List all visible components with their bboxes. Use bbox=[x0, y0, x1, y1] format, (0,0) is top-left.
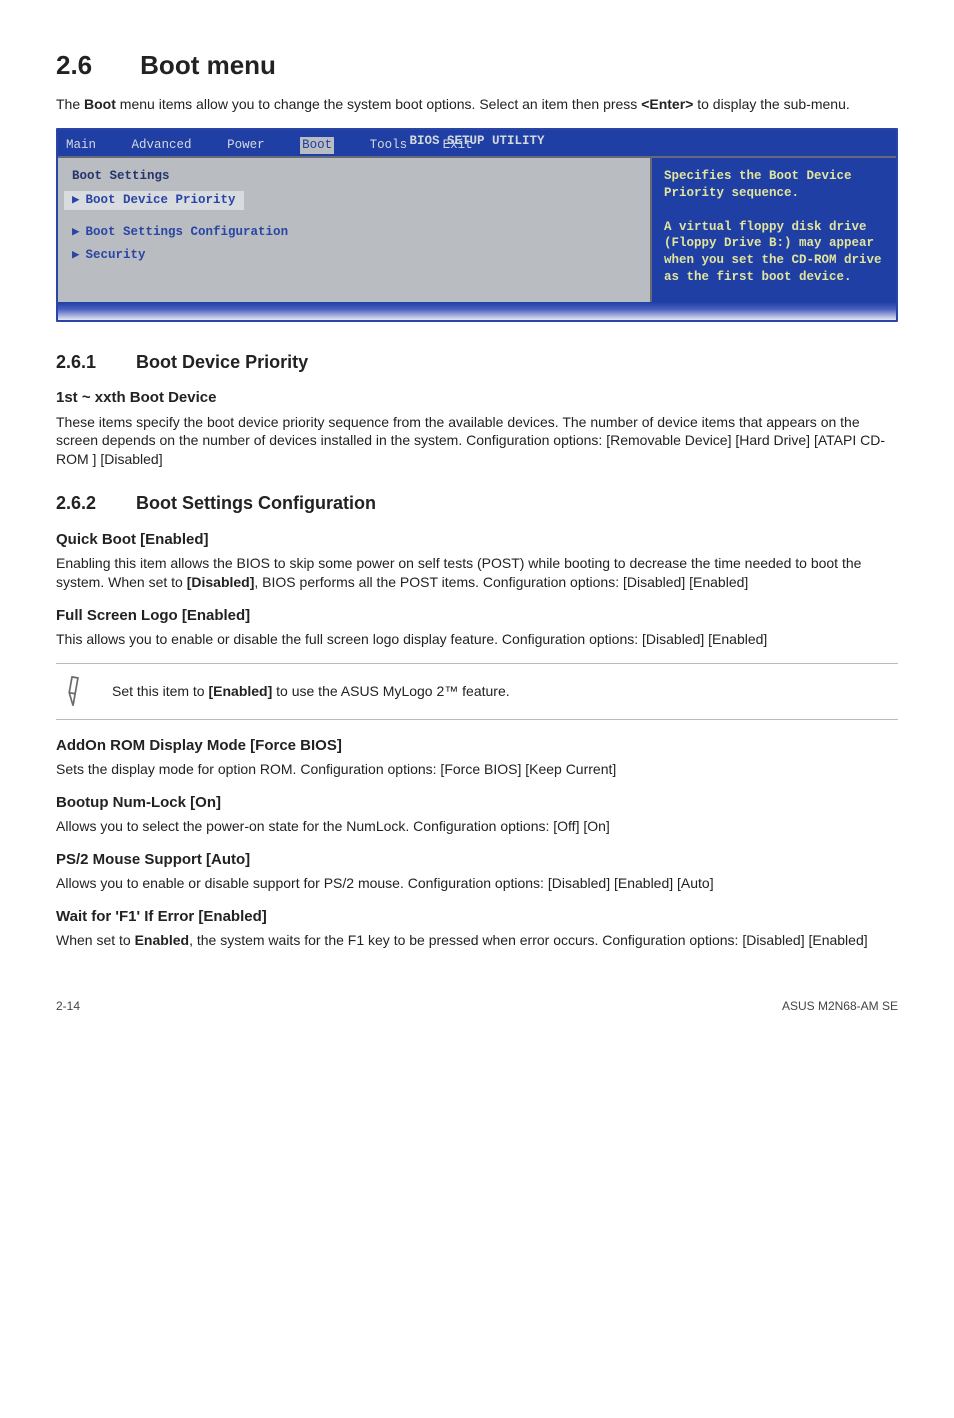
section-heading: 2.6 Boot menu bbox=[56, 48, 898, 83]
wait-f1-text: When set to Enabled, the system waits fo… bbox=[56, 931, 898, 950]
bios-help-text: Specifies the Boot Device Priority seque… bbox=[664, 168, 884, 286]
bios-help-panel: Specifies the Boot Device Priority seque… bbox=[652, 158, 896, 302]
numlock-heading: Bootup Num-Lock [On] bbox=[56, 793, 898, 813]
addon-rom-text: Sets the display mode for option ROM. Co… bbox=[56, 760, 898, 779]
note-callout: Set this item to [Enabled] to use the AS… bbox=[56, 663, 898, 720]
bios-row-boot-settings-config: ▶Boot Settings Configuration bbox=[72, 224, 636, 241]
bios-tab-tools: Tools bbox=[370, 137, 408, 154]
bios-row-security: ▶Security bbox=[72, 247, 636, 264]
ps2-heading: PS/2 Mouse Support [Auto] bbox=[56, 850, 898, 870]
page-footer: 2-14 ASUS M2N68-AM SE bbox=[56, 998, 898, 1014]
bios-tab-exit: Exit bbox=[443, 137, 473, 154]
addon-rom-heading: AddOn ROM Display Mode [Force BIOS] bbox=[56, 736, 898, 756]
enter-key: <Enter> bbox=[641, 96, 693, 112]
section-number: 2.6 bbox=[56, 48, 92, 83]
pencil-icon bbox=[60, 672, 94, 711]
section-title-text: Boot menu bbox=[140, 50, 276, 80]
bios-screenshot: BIOS SETUP UTILITY Main Advanced Power B… bbox=[56, 128, 898, 322]
subsection-262-heading: 2.6.2Boot Settings Configuration bbox=[56, 491, 898, 515]
bios-tabs: Main Advanced Power Boot Tools Exit bbox=[66, 137, 501, 154]
page-number: 2-14 bbox=[56, 998, 80, 1014]
triangle-right-icon: ▶ bbox=[72, 225, 80, 239]
quick-boot-text: Enabling this item allows the BIOS to sk… bbox=[56, 554, 898, 592]
first-boot-device-text: These items specify the boot device prio… bbox=[56, 413, 898, 470]
bios-tab-advanced: Advanced bbox=[132, 137, 192, 154]
note-text: Set this item to [Enabled] to use the AS… bbox=[112, 682, 510, 701]
bios-row-boot-device-priority: ▶Boot Device Priority bbox=[64, 191, 244, 210]
bios-left-heading: Boot Settings bbox=[72, 168, 636, 185]
subsection-261-heading: 2.6.1Boot Device Priority bbox=[56, 350, 898, 374]
bios-tab-main: Main bbox=[66, 137, 96, 154]
ps2-text: Allows you to enable or disable support … bbox=[56, 874, 898, 893]
section-intro: The Boot menu items allow you to change … bbox=[56, 95, 898, 114]
product-name: ASUS M2N68-AM SE bbox=[782, 998, 898, 1014]
triangle-right-icon: ▶ bbox=[72, 193, 80, 207]
bios-tab-power: Power bbox=[227, 137, 265, 154]
wait-f1-heading: Wait for 'F1' If Error [Enabled] bbox=[56, 907, 898, 927]
bios-tab-boot: Boot bbox=[300, 137, 334, 154]
full-screen-logo-heading: Full Screen Logo [Enabled] bbox=[56, 606, 898, 626]
first-boot-device-heading: 1st ~ xxth Boot Device bbox=[56, 388, 898, 408]
boot-word: Boot bbox=[84, 96, 116, 112]
triangle-right-icon: ▶ bbox=[72, 248, 80, 262]
full-screen-logo-text: This allows you to enable or disable the… bbox=[56, 630, 898, 649]
quick-boot-heading: Quick Boot [Enabled] bbox=[56, 530, 898, 550]
numlock-text: Allows you to select the power-on state … bbox=[56, 817, 898, 836]
